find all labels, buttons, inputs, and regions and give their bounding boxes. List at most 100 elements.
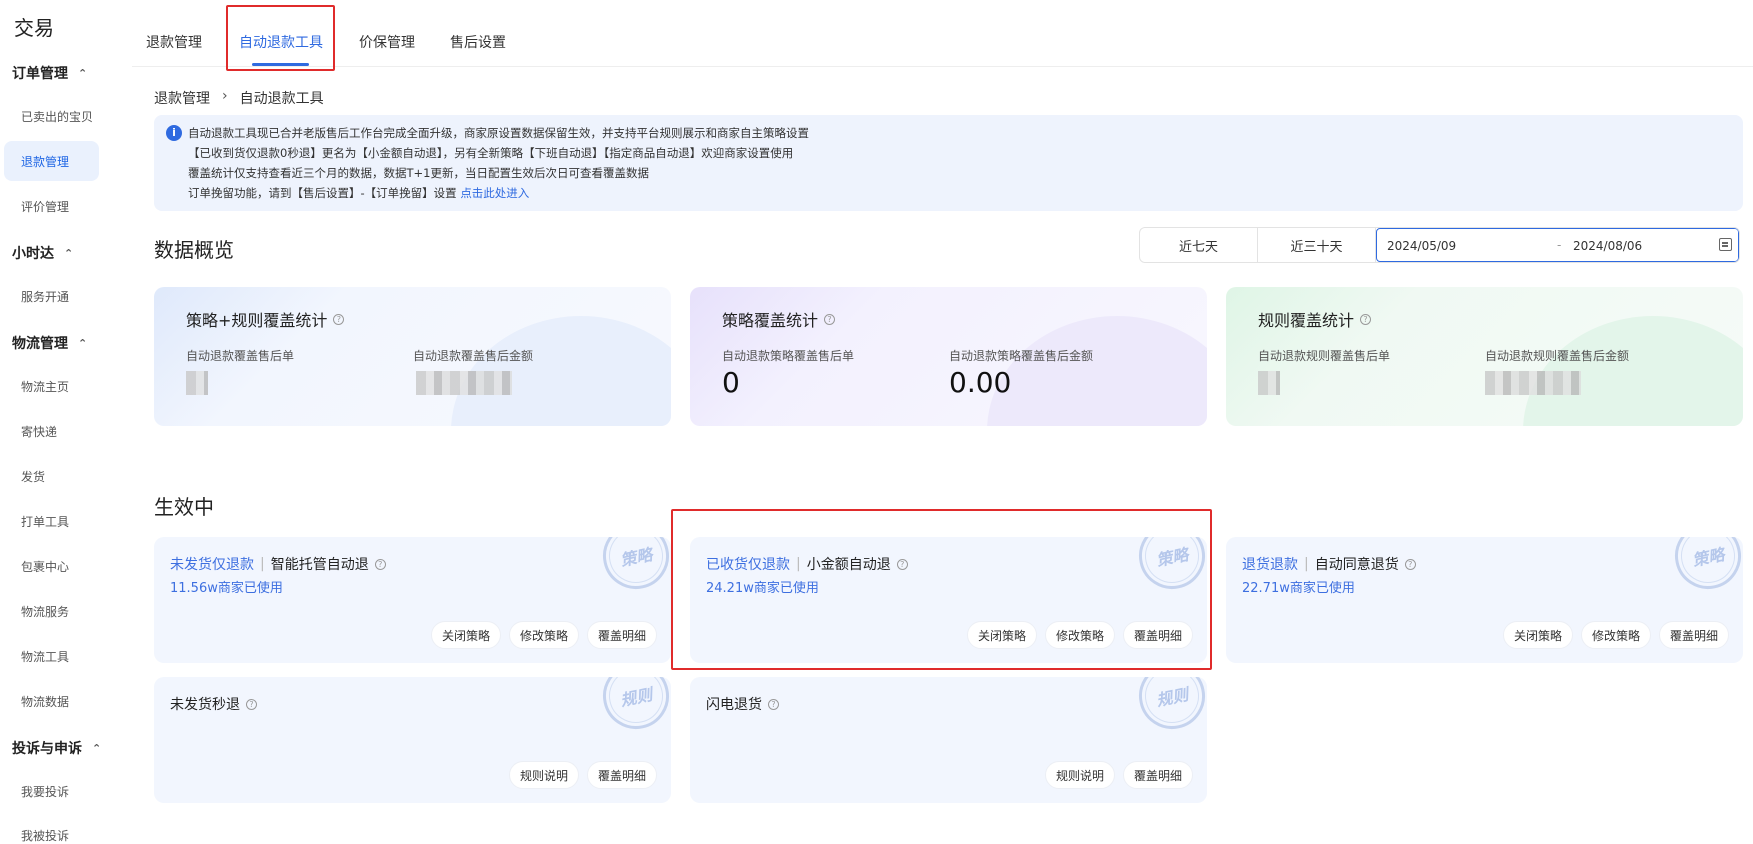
sidebar-title: 交易 <box>14 16 54 40</box>
sidebar-item-parcel[interactable]: 包裹中心 <box>21 558 69 575</box>
rule-stamp-icon: 规则 <box>596 677 671 736</box>
blurred-value <box>1258 371 1280 395</box>
sidebar-item-received-complaint[interactable]: 我被投诉 <box>21 827 69 844</box>
sidebar-item-file-complaint[interactable]: 我要投诉 <box>21 783 69 800</box>
rule-name: 闪电退货 <box>706 697 762 713</box>
strategy-name: 自动同意退货 <box>1314 557 1399 573</box>
notice-banner: i 自动退款工具现已合并老版售后工作台完成全面升级，商家原设置数据保留生效，并支… <box>154 115 1743 211</box>
overview-title: 数据概览 <box>154 238 234 262</box>
rule-card-head: 闪电退货 ? <box>706 694 779 714</box>
coverage-detail-button[interactable]: 覆盖明细 <box>1122 761 1193 789</box>
tab-aftersale-settings[interactable]: 售后设置 <box>450 32 506 52</box>
blurred-value <box>1485 371 1581 395</box>
sidebar-item-logistics-tools[interactable]: 物流工具 <box>21 648 69 665</box>
rule-card-head: 未发货秒退 ? <box>170 694 257 714</box>
blurred-value <box>186 371 208 395</box>
stat-card-title: 策略+规则覆盖统计 ? <box>186 307 345 331</box>
coverage-detail-button[interactable]: 覆盖明细 <box>1658 621 1729 649</box>
sidebar-item-service[interactable]: 服务开通 <box>21 288 69 305</box>
stat-card-title: 策略覆盖统计 ? <box>722 307 836 331</box>
strategy-card-return-refund: 策略 退货退款 | 自动同意退货 ? 22.71w商家已使用 关闭策略 修改策略… <box>1226 537 1743 663</box>
sidebar-item-ship[interactable]: 发货 <box>21 468 45 485</box>
tab-price-protection[interactable]: 价保管理 <box>359 32 415 52</box>
rule-card-flash-return: 规则 闪电退货 ? 规则说明 覆盖明细 <box>690 677 1207 803</box>
last-30-days-button[interactable]: 近三十天 <box>1258 228 1376 262</box>
notice-enter-link[interactable]: 点击此处进入 <box>460 186 529 200</box>
sidebar-group-label: 投诉与申诉 <box>12 741 82 757</box>
sidebar-item-logistics-data[interactable]: 物流数据 <box>21 693 69 710</box>
stat-label-orders: 自动退款覆盖售后单 <box>186 349 295 363</box>
date-start[interactable]: 2024/05/09 <box>1387 239 1456 253</box>
blurred-value <box>416 371 512 395</box>
help-icon[interactable]: ? <box>824 313 836 325</box>
sidebar-item-express[interactable]: 寄快递 <box>21 423 57 440</box>
stat-label-orders: 自动退款策略覆盖售后单 <box>722 349 855 363</box>
strategy-stamp-icon: 策略 <box>596 537 671 596</box>
last-7-days-button[interactable]: 近七天 <box>1140 228 1258 262</box>
strategy-actions: 关闭策略 修改策略 覆盖明细 <box>430 621 657 649</box>
highlight-box-tab <box>226 5 335 71</box>
date-range-picker[interactable]: 2024/05/09 - 2024/08/06 <box>1376 228 1739 262</box>
date-filter: 近七天 近三十天 2024/05/09 - 2024/08/06 <box>1139 227 1740 263</box>
card-decoration <box>987 316 1207 426</box>
help-icon[interactable]: ? <box>768 698 779 710</box>
sidebar-group-label: 物流管理 <box>12 336 68 352</box>
notice-line-4-text: 订单挽留功能，请到【售后设置】-【订单挽留】设置 <box>188 186 461 200</box>
strategy-card-head: 退货退款 | 自动同意退货 ? <box>1242 554 1416 574</box>
sidebar: 交易 订单管理 ⌃ 已卖出的宝贝 退款管理 评价管理 小时达 ⌃ 服务开通 物流… <box>0 0 118 844</box>
help-icon[interactable]: ? <box>374 558 386 570</box>
notice-line-2: 【已收到货仅退款0秒退】更名为【小金额自动退】，另有全新策略【下班自动退】【指定… <box>188 146 794 160</box>
strategy-type: 未发货仅退款 <box>170 557 254 573</box>
close-strategy-button[interactable]: 关闭策略 <box>1502 621 1573 649</box>
sidebar-group-orders[interactable]: 订单管理 ⌃ <box>12 63 87 83</box>
edit-strategy-button[interactable]: 修改策略 <box>508 621 579 649</box>
help-icon[interactable]: ? <box>246 698 257 710</box>
rule-description-button[interactable]: 规则说明 <box>508 761 579 789</box>
notice-line-1: 自动退款工具现已合并老版售后工作台完成全面升级，商家原设置数据保留生效，并支持平… <box>188 126 809 140</box>
divider: | <box>1304 556 1309 572</box>
date-end[interactable]: 2024/08/06 <box>1573 239 1642 253</box>
coverage-detail-button[interactable]: 覆盖明细 <box>586 621 657 649</box>
breadcrumb-parent[interactable]: 退款管理 <box>154 88 210 108</box>
stat-card-title: 规则覆盖统计 ? <box>1258 307 1372 331</box>
breadcrumb-separator-icon: › <box>222 88 228 104</box>
strategy-card-unshipped-refund: 策略 未发货仅退款 | 智能托管自动退 ? 11.56w商家已使用 关闭策略 修… <box>154 537 671 663</box>
help-icon[interactable]: ? <box>1360 313 1372 325</box>
sidebar-group-hourly[interactable]: 小时达 ⌃ <box>12 243 73 263</box>
sidebar-group-logistics[interactable]: 物流管理 ⌃ <box>12 333 87 353</box>
sidebar-item-print[interactable]: 打单工具 <box>21 513 69 530</box>
chevron-up-icon: ⌃ <box>64 246 74 260</box>
stat-label-amount: 自动退款规则覆盖售后金额 <box>1485 349 1630 363</box>
close-strategy-button[interactable]: 关闭策略 <box>430 621 501 649</box>
sidebar-item-review[interactable]: 评价管理 <box>21 198 69 215</box>
rule-name: 未发货秒退 <box>170 697 240 713</box>
breadcrumb-current: 自动退款工具 <box>239 91 324 107</box>
rule-description-button[interactable]: 规则说明 <box>1044 761 1115 789</box>
stat-card-strategy: 策略覆盖统计 ? 自动退款策略覆盖售后单 0 自动退款策略覆盖售后金额 0.00 <box>690 287 1207 426</box>
breadcrumb: 退款管理 › 自动退款工具 <box>154 88 324 108</box>
tab-refund-management[interactable]: 退款管理 <box>146 32 202 52</box>
sidebar-item-logistics-service[interactable]: 物流服务 <box>21 603 69 620</box>
help-icon[interactable]: ? <box>333 313 345 325</box>
calendar-icon[interactable] <box>1719 238 1732 251</box>
edit-strategy-button[interactable]: 修改策略 <box>1580 621 1651 649</box>
sidebar-group-complaints[interactable]: 投诉与申诉 ⌃ <box>12 738 101 758</box>
sidebar-item-refund[interactable]: 退款管理 <box>21 153 69 170</box>
highlight-box-card <box>671 509 1212 670</box>
sidebar-item-sold[interactable]: 已卖出的宝贝 <box>21 108 93 125</box>
stat-card-title-text: 策略+规则覆盖统计 <box>186 311 328 330</box>
rule-actions: 规则说明 覆盖明细 <box>1044 761 1193 789</box>
strategy-stamp-icon: 策略 <box>1668 537 1743 596</box>
rule-stamp-icon: 规则 <box>1132 677 1207 736</box>
chevron-up-icon: ⌃ <box>78 66 88 80</box>
stat-label-amount: 自动退款覆盖售后金额 <box>413 349 534 363</box>
stat-card-title-text: 策略覆盖统计 <box>722 311 819 330</box>
chevron-up-icon: ⌃ <box>92 741 102 755</box>
strategy-usage: 11.56w商家已使用 <box>170 581 283 596</box>
coverage-detail-button[interactable]: 覆盖明细 <box>586 761 657 789</box>
info-icon: i <box>166 125 182 141</box>
help-icon[interactable]: ? <box>1404 558 1416 570</box>
stat-label-amount: 自动退款策略覆盖售后金额 <box>949 349 1094 363</box>
stat-value-orders: 0 <box>722 366 740 399</box>
sidebar-item-logistics-home[interactable]: 物流主页 <box>21 378 69 395</box>
